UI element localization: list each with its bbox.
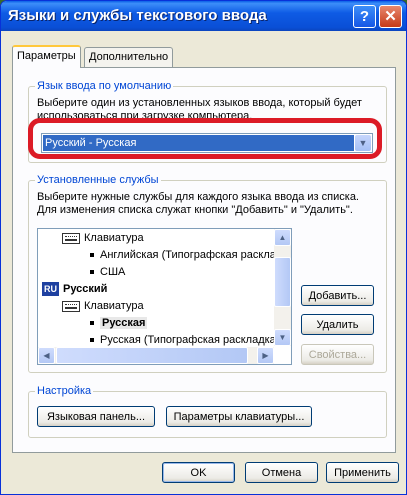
vertical-scrollbar[interactable]: ▲ ▼ <box>274 229 291 346</box>
key-settings-button[interactable]: Параметры клавиатуры... <box>166 406 312 427</box>
list-item[interactable]: Клавиатура <box>62 230 144 246</box>
bullet-icon <box>90 270 94 275</box>
title-bar[interactable]: Языки и службы текстового ввода ? ✕ <box>1 1 406 31</box>
dialog-window: Языки и службы текстового ввода ? ✕ Пара… <box>0 0 407 495</box>
apply-button[interactable]: Применить <box>326 462 399 483</box>
bullet-icon <box>90 253 94 258</box>
list-item-selected[interactable]: Русская <box>90 315 148 331</box>
help-button[interactable]: ? <box>353 5 376 28</box>
settings-legend: Настройка <box>35 385 94 397</box>
bullet-icon <box>90 321 94 326</box>
keyboard-icon <box>62 300 80 312</box>
remove-button[interactable]: Удалить <box>301 314 374 335</box>
arrow-right-icon[interactable]: ▶ <box>257 347 274 364</box>
close-button[interactable]: ✕ <box>379 5 402 28</box>
list-item[interactable]: Клавиатура <box>62 298 144 314</box>
properties-button[interactable]: Свойства... <box>301 344 374 365</box>
list-item[interactable]: RU Русский <box>42 281 107 297</box>
keyboard-icon <box>62 232 80 244</box>
highlight-annotation <box>28 118 382 159</box>
list-item[interactable]: США <box>90 264 125 280</box>
services-tree[interactable]: Клавиатура Английская (Типографская раск… <box>37 228 292 365</box>
cancel-button[interactable]: Отмена <box>245 462 318 483</box>
close-icon: ✕ <box>384 8 397 25</box>
language-ru-icon: RU <box>42 282 59 297</box>
arrow-down-icon[interactable]: ▼ <box>274 329 291 346</box>
arrow-up-icon[interactable]: ▲ <box>274 229 291 246</box>
default-language-legend: Язык ввода по умолчанию <box>35 80 174 92</box>
ok-button[interactable]: OK <box>162 462 235 483</box>
add-button[interactable]: Добавить... <box>301 285 374 306</box>
installed-services-description: Выберите нужные службы для каждого языка… <box>37 191 359 216</box>
tab-advanced[interactable]: Дополнительно <box>84 47 174 67</box>
vertical-scroll-thumb[interactable] <box>274 257 291 307</box>
language-bar-button[interactable]: Языковая панель... <box>37 406 155 427</box>
tab-settings[interactable]: Параметры <box>12 45 81 68</box>
horizontal-scroll-thumb[interactable] <box>56 347 248 364</box>
installed-services-legend: Установленные службы <box>35 174 161 186</box>
window-title: Языки и службы текстового ввода <box>8 7 267 24</box>
bullet-icon <box>90 338 94 343</box>
list-item[interactable]: Английская (Типографская раскладка) <box>90 247 291 263</box>
help-icon: ? <box>359 8 370 25</box>
horizontal-scrollbar[interactable]: ◀ ▶ <box>38 347 274 364</box>
arrow-left-icon[interactable]: ◀ <box>38 347 55 364</box>
list-item[interactable]: Русская (Типографская раскладка) <box>90 332 279 348</box>
